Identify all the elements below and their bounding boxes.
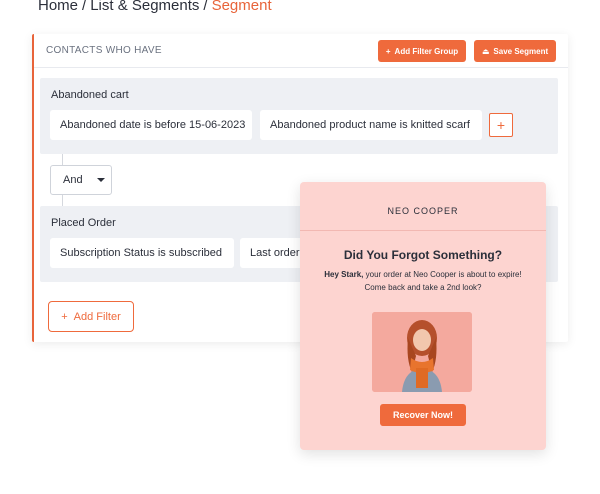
filter-group-title: Placed Order [51,217,116,229]
add-filter-group-label: Add Filter Group [394,46,459,56]
filter-group-abandoned-cart: Abandoned cart Abandoned date is before … [40,78,558,154]
breadcrumb-current: Segment [211,0,272,14]
card-title: CONTACTS WHO HAVE [46,45,162,56]
popup-body: Hey Stark, your order at Neo Cooper is a… [314,268,532,294]
filter-chip[interactable]: Subscription Status is subscribed [50,238,234,268]
popup-headline: Did You Forgot Something? [343,248,503,262]
product-image [372,312,472,392]
breadcrumb-home[interactable]: Home [38,0,78,14]
breadcrumb-separator: / [203,0,208,14]
add-filter-label: Add Filter [73,310,121,323]
save-segment-label: Save Segment [493,46,549,56]
breadcrumb-separator: / [82,0,87,14]
conjunction-select[interactable]: And [50,165,112,195]
conjunction-value: And [63,174,83,186]
popup-divider [300,230,546,231]
filter-chip[interactable]: Abandoned date is before 15-06-2023 [50,110,252,140]
popup-body-text: your order at Neo Cooper is about to exp… [363,270,522,292]
breadcrumb-list-segments[interactable]: List & Segments [90,0,199,14]
woman-with-scarf-illustration [372,312,472,392]
add-condition-button[interactable]: + [489,113,513,137]
add-filter-group-button[interactable]: + Add Filter Group [378,40,466,62]
abandoned-cart-email-preview: NEO COOPER Did You Forgot Something? Hey… [300,182,546,450]
recover-now-button[interactable]: Recover Now! [380,404,466,426]
popup-greeting: Hey Stark, [324,270,364,279]
save-icon: ⏏ [481,46,490,56]
card-header: CONTACTS WHO HAVE + Add Filter Group ⏏ S… [34,34,568,68]
filter-group-title: Abandoned cart [51,89,129,101]
popup-brand: NEO COOPER [387,206,459,216]
plus-icon: + [385,46,391,56]
caret-down-icon [96,178,105,182]
add-filter-button[interactable]: + Add Filter [48,301,134,332]
plus-icon: + [61,310,68,323]
breadcrumb: Home / List & Segments / Segment [38,0,272,14]
plus-icon: + [496,117,506,133]
filter-chip[interactable]: Abandoned product name is knitted scarf [260,110,482,140]
save-segment-button[interactable]: ⏏ Save Segment [474,40,556,62]
